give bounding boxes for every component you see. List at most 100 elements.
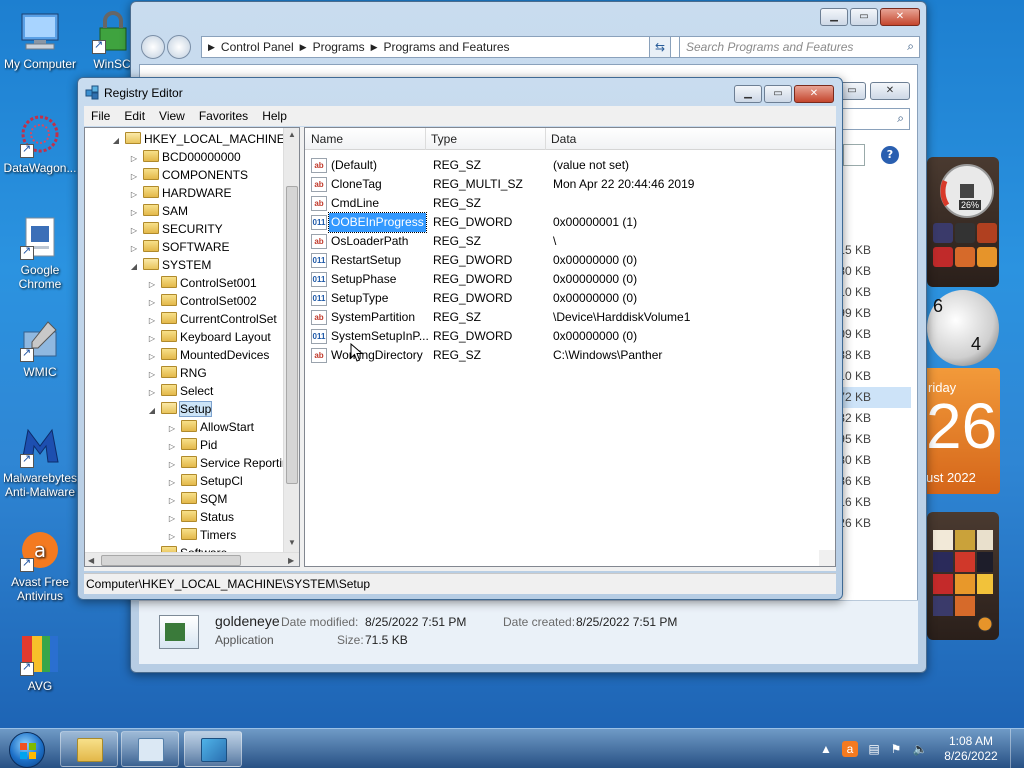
desktop-icon-malwarebytes[interactable]: Malwarebytes Anti-Malware bbox=[0, 424, 80, 499]
search-input[interactable]: Search Programs and Features ⌕ bbox=[679, 36, 920, 58]
tree-node[interactable]: ▷ Status bbox=[167, 508, 234, 526]
table-row[interactable]: ab CloneTag REG_MULTI_SZ Mon Apr 22 20:44:4… bbox=[305, 175, 837, 194]
show-hidden-icons-icon[interactable]: ▲ bbox=[818, 741, 834, 757]
search-input[interactable]: ⌕ bbox=[838, 108, 910, 130]
tree-node[interactable]: ◢ SYSTEM bbox=[129, 256, 211, 274]
collapse-arrow-icon[interactable]: ◢ bbox=[147, 402, 157, 420]
taskbar-registry-editor-button[interactable] bbox=[184, 731, 242, 767]
desktop-icon-datawagon[interactable]: DataWagon... bbox=[0, 114, 80, 175]
minimize-button[interactable]: ▁ bbox=[734, 85, 762, 103]
tree-node[interactable]: ▷ AllowStart bbox=[167, 418, 254, 436]
tree-node[interactable]: ▷ SAM bbox=[129, 202, 188, 220]
tree-node[interactable]: ▷ CurrentControlSet bbox=[147, 310, 277, 328]
scroll-right-icon[interactable]: ▶ bbox=[288, 556, 294, 565]
scroll-down-icon[interactable]: ▼ bbox=[288, 538, 296, 547]
tree-node[interactable]: ▷ ControlSet002 bbox=[147, 292, 257, 310]
desktop-icon-avast[interactable]: a Avast Free Antivirus bbox=[0, 528, 80, 603]
tree-node[interactable]: ▷ SQM bbox=[167, 490, 227, 508]
tree-node[interactable]: ◢ Setup bbox=[147, 400, 213, 420]
tree-node[interactable]: ▷ SOFTWARE bbox=[129, 238, 230, 256]
tree-node[interactable]: ▷ SetupCl bbox=[167, 472, 243, 490]
expand-arrow-icon[interactable]: ▷ bbox=[147, 276, 157, 294]
table-row[interactable]: 011 SystemSetupInP... REG_DWORD 0x00000000 … bbox=[305, 327, 837, 346]
expand-arrow-icon[interactable]: ▷ bbox=[129, 222, 139, 240]
expand-arrow-icon[interactable]: ▷ bbox=[147, 330, 157, 348]
tree-node[interactable]: ▷ Pid bbox=[167, 436, 217, 454]
tree-node[interactable]: ◢ HKEY_LOCAL_MACHINE bbox=[111, 130, 285, 148]
table-row[interactable]: 011 SetupPhase REG_DWORD 0x00000000 (0) bbox=[305, 270, 837, 289]
breadcrumb-programs[interactable]: Programs bbox=[313, 40, 365, 54]
collapse-arrow-icon[interactable]: ◢ bbox=[111, 132, 121, 150]
cpu-meter-gadget[interactable]: 26% bbox=[927, 157, 999, 287]
expand-arrow-icon[interactable]: ▷ bbox=[129, 204, 139, 222]
desktop-icon-wmic[interactable]: WMIC bbox=[0, 318, 80, 379]
action-center-flag-icon[interactable]: ⚑ bbox=[888, 741, 904, 757]
tree-node[interactable]: ▷ Service Reporting bbox=[167, 454, 295, 472]
column-header-data[interactable]: Data bbox=[551, 132, 576, 146]
desktop-icon-avg[interactable]: AVG bbox=[0, 632, 80, 693]
expand-arrow-icon[interactable]: ▷ bbox=[147, 294, 157, 312]
clock-gadget[interactable]: 6 4 bbox=[927, 290, 999, 366]
menu-view[interactable]: View bbox=[152, 109, 192, 123]
scroll-thumb[interactable] bbox=[101, 555, 241, 566]
show-desktop-button[interactable] bbox=[1010, 729, 1024, 768]
forward-button[interactable] bbox=[167, 35, 191, 59]
maximize-button[interactable]: ▭ bbox=[850, 8, 878, 26]
start-button[interactable] bbox=[3, 730, 51, 768]
desktop-icon-google-chrome[interactable]: Google Chrome bbox=[0, 216, 80, 291]
table-row[interactable]: ab (Default) REG_SZ (value not set) bbox=[305, 156, 837, 175]
table-row[interactable]: ab SystemPartition REG_SZ \Device\HarddiskV… bbox=[305, 308, 837, 327]
minimize-button[interactable]: ▁ bbox=[820, 8, 848, 26]
close-button[interactable]: ✕ bbox=[880, 8, 920, 26]
clock[interactable]: 1:08 AM 8/26/2022 bbox=[940, 734, 1002, 764]
registry-editor-window[interactable]: Registry Editor ▁ ▭ ✕ File Edit View Fav… bbox=[77, 77, 843, 600]
scroll-left-icon[interactable]: ◀ bbox=[88, 556, 94, 565]
tree-node[interactable]: ▷ MountedDevices bbox=[147, 346, 269, 364]
search-icon[interactable]: ⌕ bbox=[907, 39, 914, 54]
expand-arrow-icon[interactable]: ▷ bbox=[167, 510, 177, 528]
registry-values-list[interactable]: Name Type Data ab (Default) REG_SZ (value n… bbox=[304, 127, 836, 567]
menu-help[interactable]: Help bbox=[255, 109, 294, 123]
expand-arrow-icon[interactable]: ▷ bbox=[129, 150, 139, 168]
menu-favorites[interactable]: Favorites bbox=[192, 109, 255, 123]
expand-arrow-icon[interactable]: ▷ bbox=[167, 528, 177, 546]
refresh-button[interactable]: ⇆ bbox=[649, 36, 671, 58]
tree-node[interactable]: ▷ RNG bbox=[147, 364, 207, 382]
tree-node[interactable]: ▷ Timers bbox=[167, 526, 236, 544]
tree-node[interactable]: ▷ COMPONENTS bbox=[129, 166, 248, 184]
preview-pane-icon[interactable] bbox=[843, 144, 865, 166]
expand-arrow-icon[interactable]: ▷ bbox=[167, 456, 177, 474]
table-row[interactable]: ab WorkingDirectory REG_SZ C:\Windows\Panth… bbox=[305, 346, 837, 365]
tree-node[interactable]: ▷ BCD00000000 bbox=[129, 148, 241, 166]
column-header-type[interactable]: Type bbox=[431, 132, 457, 146]
menu-file[interactable]: File bbox=[84, 109, 117, 123]
tree-node[interactable]: ▷ HARDWARE bbox=[129, 184, 232, 202]
tree-node[interactable]: ▷ ControlSet001 bbox=[147, 274, 257, 292]
table-row[interactable]: 011 RestartSetup REG_DWORD 0x00000000 (0) bbox=[305, 251, 837, 270]
volume-icon[interactable]: 🔈 bbox=[912, 741, 928, 757]
table-row[interactable]: ab CmdLine REG_SZ bbox=[305, 194, 837, 213]
avast-tray-icon[interactable]: a bbox=[842, 741, 858, 757]
expand-arrow-icon[interactable]: ▷ bbox=[167, 420, 177, 438]
expand-arrow-icon[interactable]: ▷ bbox=[167, 492, 177, 510]
table-row[interactable]: ab OsLoaderPath REG_SZ \ bbox=[305, 232, 837, 251]
menu-edit[interactable]: Edit bbox=[117, 109, 152, 123]
expand-arrow-icon[interactable]: ▷ bbox=[129, 186, 139, 204]
taskbar-control-panel-button[interactable] bbox=[121, 731, 179, 767]
expand-arrow-icon[interactable]: ▷ bbox=[129, 240, 139, 258]
tree-horizontal-scrollbar[interactable]: ◀ ▶ bbox=[85, 552, 299, 566]
back-button[interactable] bbox=[141, 35, 165, 59]
close-button[interactable]: ✕ bbox=[870, 82, 910, 100]
breadcrumb-programs-and-features[interactable]: Programs and Features bbox=[384, 40, 510, 54]
tree-node[interactable]: ▷ Keyboard Layout bbox=[147, 328, 271, 346]
expand-arrow-icon[interactable]: ▷ bbox=[147, 312, 157, 330]
tree-node[interactable]: ▷ SECURITY bbox=[129, 220, 223, 238]
registry-key-tree[interactable]: ▷Software▷Timers▷Status▷SQM▷SetupCl▷Serv… bbox=[84, 127, 300, 567]
breadcrumb-control-panel[interactable]: Control Panel bbox=[221, 40, 294, 54]
close-button[interactable]: ✕ bbox=[794, 85, 834, 103]
network-icon[interactable]: ▤ bbox=[866, 741, 882, 757]
expand-arrow-icon[interactable]: ▷ bbox=[147, 366, 157, 384]
scroll-thumb[interactable] bbox=[286, 186, 298, 484]
taskbar-explorer-button[interactable] bbox=[60, 731, 118, 767]
expand-arrow-icon[interactable]: ▷ bbox=[167, 474, 177, 492]
